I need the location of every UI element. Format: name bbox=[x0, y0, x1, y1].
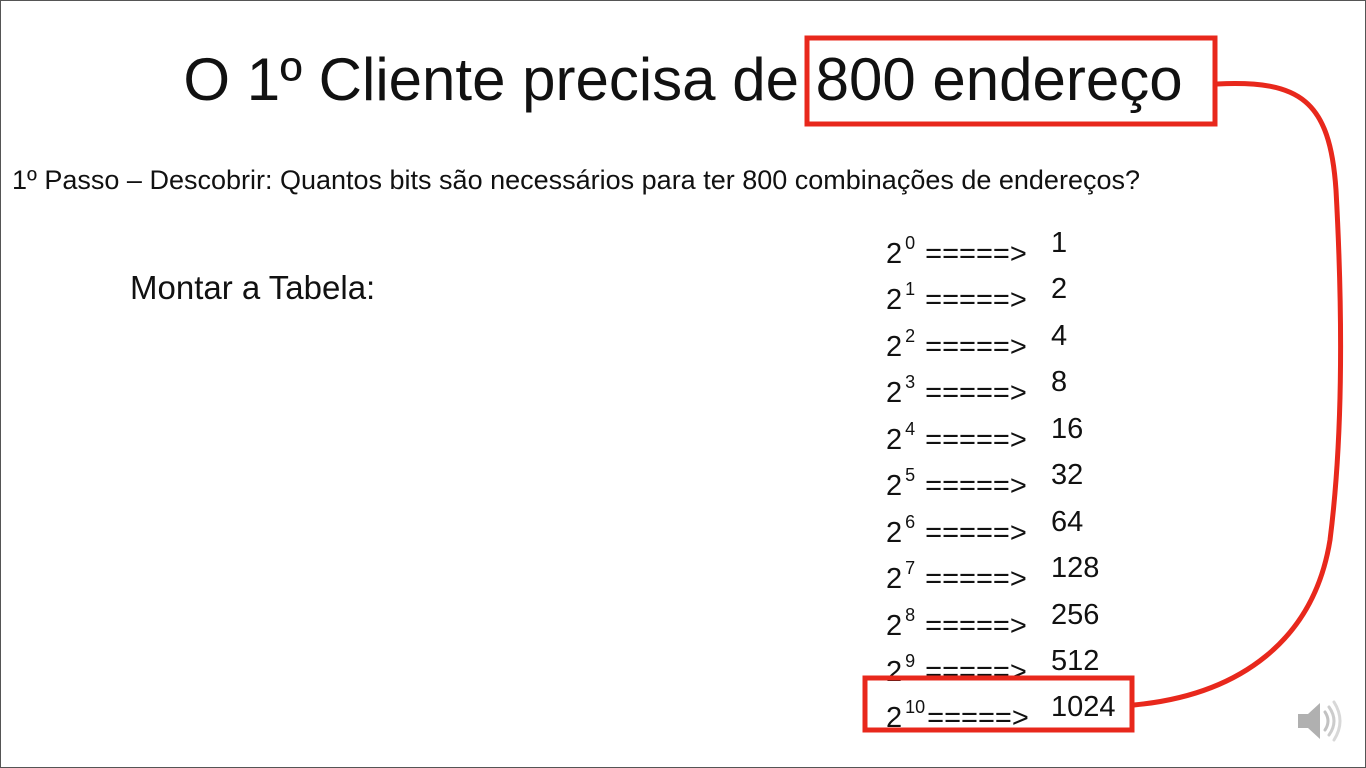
power-exponent: 2 bbox=[905, 326, 916, 346]
power-row: 2 3 =====> 8 bbox=[886, 359, 1067, 409]
power-value: 128 bbox=[1051, 552, 1100, 584]
power-row: 2 9 =====> 512 bbox=[886, 638, 1099, 688]
power-exponent: 3 bbox=[905, 372, 916, 392]
power-value: 64 bbox=[1051, 506, 1084, 538]
montar-label: Montar a Tabela: bbox=[130, 269, 376, 306]
power-row: 2 4 =====> 16 bbox=[886, 406, 1083, 456]
power-value: 16 bbox=[1051, 413, 1084, 445]
title-text: O 1º Cliente precisa de bbox=[183, 46, 816, 113]
power-exponent: 1 bbox=[905, 279, 916, 299]
power-exponent: 5 bbox=[905, 465, 916, 485]
power-exponent: 4 bbox=[905, 419, 916, 439]
power-exponent: 7 bbox=[905, 558, 916, 578]
power-row: 2 6 =====> 64 bbox=[886, 499, 1083, 549]
power-arrow: =====> bbox=[927, 702, 1029, 734]
power-exponent: 8 bbox=[905, 605, 916, 625]
step-text: 1º Passo – Descobrir: Quantos bits são n… bbox=[12, 165, 1140, 195]
power-value: 8 bbox=[1051, 366, 1068, 398]
power-value: 32 bbox=[1051, 459, 1084, 491]
speaker-icon[interactable] bbox=[1296, 698, 1344, 744]
power-value: 1 bbox=[1051, 227, 1068, 259]
power-value: 4 bbox=[1051, 320, 1068, 352]
title-highlight-text: 800 endereço bbox=[815, 46, 1183, 113]
power-value: 512 bbox=[1051, 645, 1100, 677]
power-row: 2 2 =====> 4 bbox=[886, 313, 1067, 363]
power-value: 2 bbox=[1051, 273, 1068, 305]
power-exponent: 10 bbox=[905, 697, 926, 717]
power-exponent: 6 bbox=[905, 512, 916, 532]
power-value: 256 bbox=[1051, 599, 1100, 631]
power-row: 2 1 =====> 2 bbox=[886, 266, 1067, 316]
power-row: 2 5 =====> 32 bbox=[886, 452, 1083, 502]
power-row: 2 7 =====> 128 bbox=[886, 545, 1099, 595]
power-row: 2 8 =====> 256 bbox=[886, 592, 1099, 642]
power-value: 1024 bbox=[1051, 691, 1116, 723]
power-base: 2 bbox=[886, 702, 903, 734]
power-row: 2 0 =====> 1 bbox=[886, 220, 1067, 270]
power-exponent: 9 bbox=[905, 651, 916, 671]
power-row: 2 10=====> 1024 bbox=[886, 684, 1116, 734]
power-exponent: 0 bbox=[905, 233, 916, 253]
slide-title: O 1º Cliente precisa de 800 endereço bbox=[0, 40, 1366, 120]
